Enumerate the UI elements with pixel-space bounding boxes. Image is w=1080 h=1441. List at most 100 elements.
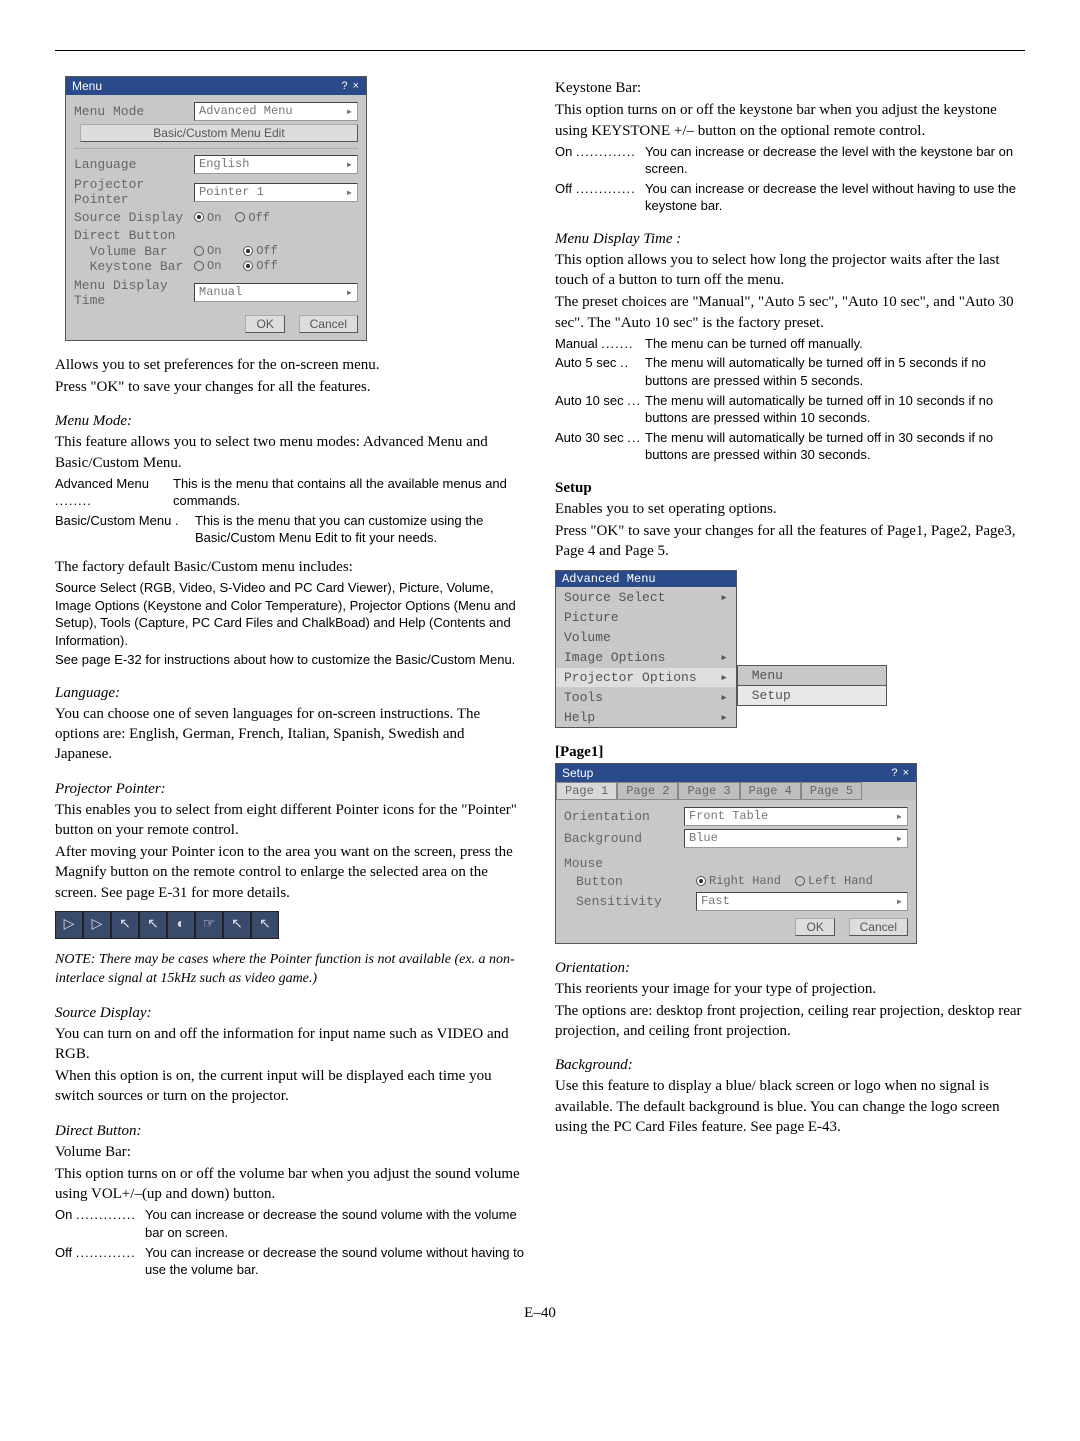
dropdown-icon: ▸ [896, 894, 903, 909]
volume-bar-on-radio[interactable]: On [194, 244, 221, 258]
submenu-arrow-icon: ▸ [720, 690, 728, 705]
mdt-p1: This option allows you to select how lon… [555, 250, 1025, 291]
vb-on-term: On ............. [55, 1206, 145, 1241]
vb-off-def: You can increase or decrease the sound v… [145, 1244, 525, 1279]
pointer-select[interactable]: Pointer 1▸ [194, 183, 358, 202]
background-heading: Background: [555, 1057, 1025, 1074]
menu-dialog: Menu ? × Menu Mode Advanced Menu▸ Basic/… [65, 76, 367, 341]
page-number: E–40 [55, 1305, 1025, 1322]
adv-menu-def: This is the menu that contains all the a… [173, 475, 525, 510]
dropdown-icon: ▸ [346, 157, 353, 172]
intro-text-2: Press "OK" to save your changes for all … [55, 377, 525, 397]
pointer-icon-5: ◐ [167, 911, 195, 939]
window-buttons[interactable]: ? × [891, 767, 910, 779]
window-buttons[interactable]: ? × [341, 80, 360, 92]
mdt-a30-term: Auto 30 sec ... [555, 429, 645, 464]
submenu-item-menu[interactable]: Menu [737, 665, 887, 686]
source-display-heading: Source Display: [55, 1005, 525, 1022]
menu-item-volume[interactable]: Volume [556, 627, 736, 647]
keystone-bar-off-radio[interactable]: Off [243, 259, 278, 273]
setup-cancel-button[interactable]: Cancel [849, 918, 908, 936]
menu-item-source-select[interactable]: Source Select▸ [556, 587, 736, 607]
source-display-on-radio[interactable]: On [194, 211, 221, 225]
pointer-icon-6: ☞ [195, 911, 223, 939]
adv-menu-term: Advanced Menu ........ [55, 475, 173, 510]
source-display-p2: When this option is on, the current inpu… [55, 1066, 525, 1107]
submenu-item-setup[interactable]: Setup [737, 685, 887, 706]
volume-bar-off-radio[interactable]: Off [243, 244, 278, 258]
menu-item-picture[interactable]: Picture [556, 607, 736, 627]
pointer-icon-4: ↖ [139, 911, 167, 939]
mouse-left-hand-radio[interactable]: Left Hand [795, 874, 873, 888]
tab-page2[interactable]: Page 2 [617, 782, 678, 800]
menu-item-projector-options[interactable]: Projector Options▸ [556, 667, 736, 687]
menu-item-image-options[interactable]: Image Options▸ [556, 647, 736, 667]
ok-button[interactable]: OK [245, 315, 284, 333]
mdt-a30-def: The menu will automatically be turned of… [645, 429, 1025, 464]
factory-default-list: Source Select (RGB, Video, S-Video and P… [55, 579, 525, 649]
setup-p2: Press "OK" to save your changes for all … [555, 521, 1025, 562]
tab-page5[interactable]: Page 5 [801, 782, 862, 800]
bc-menu-term: Basic/Custom Menu . [55, 512, 195, 547]
keystone-bar-sub: Keystone Bar: [555, 78, 1025, 98]
menu-display-time-select[interactable]: Manual▸ [194, 283, 358, 302]
mdt-p2: The preset choices are "Manual", "Auto 5… [555, 292, 1025, 333]
tab-page4[interactable]: Page 4 [740, 782, 801, 800]
page1-heading: [Page1] [555, 744, 1025, 761]
mdt-a5-def: The menu will automatically be turned of… [645, 354, 1025, 389]
orientation-p1: This reorients your image for your type … [555, 979, 1025, 999]
dropdown-icon: ▸ [896, 831, 903, 846]
tab-page1[interactable]: Page 1 [556, 782, 617, 800]
menu-item-help[interactable]: Help▸ [556, 707, 736, 727]
volume-bar-sub: Volume Bar: [55, 1142, 525, 1162]
orientation-p2: The options are: desktop front projectio… [555, 1001, 1025, 1042]
language-label: Language [74, 157, 194, 172]
vb-on-def: You can increase or decrease the sound v… [145, 1206, 525, 1241]
pointer-label: Projector Pointer [74, 177, 194, 207]
menu-dialog-title: Menu [72, 79, 102, 93]
setup-ok-button[interactable]: OK [795, 918, 834, 936]
mdt-a10-term: Auto 10 sec ... [555, 392, 645, 427]
advanced-menu: Advanced Menu Source Select▸ Picture Vol… [555, 570, 737, 728]
factory-default-line: The factory default Basic/Custom menu in… [55, 557, 525, 577]
menu-item-tools[interactable]: Tools▸ [556, 687, 736, 707]
orientation-label: Orientation [564, 809, 684, 824]
background-select[interactable]: Blue▸ [684, 829, 908, 848]
setup-dialog-title: Setup [562, 766, 593, 780]
kb-on-def: You can increase or decrease the level w… [645, 143, 1025, 178]
menu-mode-select[interactable]: Advanced Menu▸ [194, 102, 358, 121]
submenu-arrow-icon: ▸ [720, 670, 728, 685]
submenu-arrow-icon: ▸ [720, 590, 728, 605]
kb-off-term: Off ............. [555, 180, 645, 215]
background-desc: Use this feature to display a blue/ blac… [555, 1076, 1025, 1137]
setup-heading: Setup [555, 480, 1025, 497]
mdt-a10-def: The menu will automatically be turned of… [645, 392, 1025, 427]
vb-off-term: Off ............. [55, 1244, 145, 1279]
kb-off-def: You can increase or decrease the level w… [645, 180, 1025, 215]
sensitivity-select[interactable]: Fast▸ [696, 892, 908, 911]
language-select[interactable]: English▸ [194, 155, 358, 174]
orientation-heading: Orientation: [555, 960, 1025, 977]
basic-custom-edit-button[interactable]: Basic/Custom Menu Edit [80, 124, 358, 142]
bc-menu-def: This is the menu that you can customize … [195, 512, 525, 547]
orientation-select[interactable]: Front Table▸ [684, 807, 908, 826]
menu-mode-desc: This feature allows you to select two me… [55, 432, 525, 473]
source-display-off-radio[interactable]: Off [235, 211, 270, 225]
pointer-icon-7: ↖ [223, 911, 251, 939]
pointer-icon-row: ▷ ▷ ↖ ↖ ◐ ☞ ↖ ↖ [55, 911, 525, 939]
mouse-right-hand-radio[interactable]: Right Hand [696, 874, 781, 888]
advanced-menu-cascade: Advanced Menu Source Select▸ Picture Vol… [555, 570, 1025, 728]
cancel-button[interactable]: Cancel [299, 315, 358, 333]
tab-page3[interactable]: Page 3 [678, 782, 739, 800]
menu-mode-label: Menu Mode [74, 104, 194, 119]
direct-button-heading: Direct Button: [55, 1123, 525, 1140]
volume-bar-desc: This option turns on or off the volume b… [55, 1164, 525, 1205]
mdt-manual-def: The menu can be turned off manually. [645, 335, 1025, 353]
setup-tabs: Page 1 Page 2 Page 3 Page 4 Page 5 [556, 782, 916, 800]
pointer-icon-3: ↖ [111, 911, 139, 939]
language-heading: Language: [55, 685, 525, 702]
keystone-bar-on-radio[interactable]: On [194, 259, 221, 273]
see-e32: See page E-32 for instructions about how… [55, 651, 525, 669]
sensitivity-label: Sensitivity [564, 894, 696, 909]
menu-display-time-label: Menu Display Time [74, 278, 194, 308]
